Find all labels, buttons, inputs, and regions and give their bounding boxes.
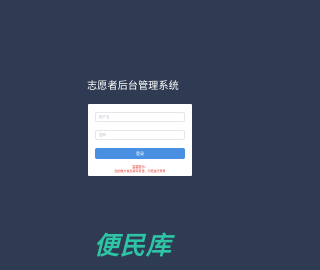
username-input[interactable] <box>95 112 185 122</box>
error-message: 您的账户信息填写有误，不能进行登录 <box>114 169 166 173</box>
login-button[interactable]: 登录 <box>95 148 185 159</box>
password-input[interactable] <box>95 130 185 140</box>
login-card: 登录 温馨提示： 您的账户信息填写有误，不能进行登录 <box>88 104 192 176</box>
page-title: 志愿者后台管理系统 <box>87 81 179 92</box>
watermark-text: 便民库 <box>94 231 175 260</box>
watermark-logo: 便民库 <box>94 231 175 260</box>
